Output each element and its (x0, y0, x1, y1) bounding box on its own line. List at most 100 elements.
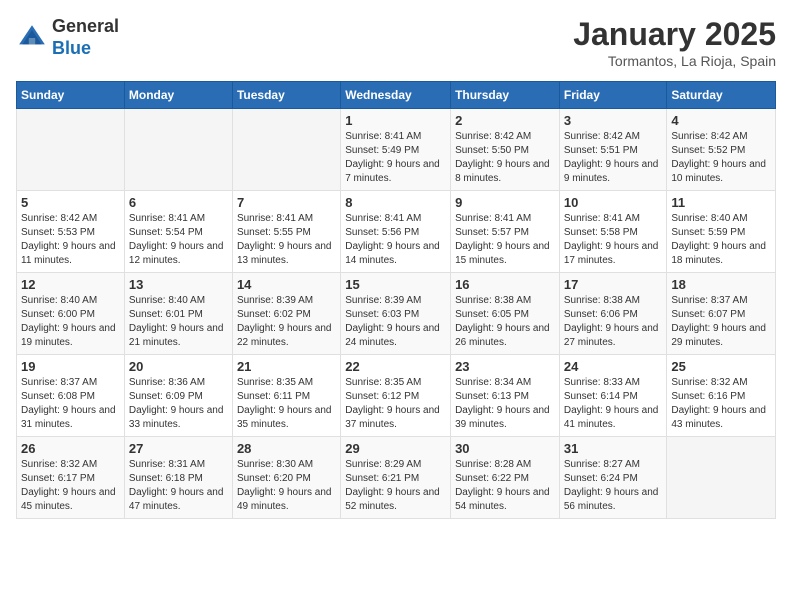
day-number: 30 (455, 441, 555, 456)
calendar-cell: 15 Sunrise: 8:39 AM Sunset: 6:03 PM Dayli… (341, 273, 451, 355)
location-subtitle: Tormantos, La Rioja, Spain (573, 53, 776, 69)
day-number: 1 (345, 113, 446, 128)
day-info: Sunrise: 8:41 AM Sunset: 5:49 PM Dayligh… (345, 130, 446, 186)
column-header-saturday: Saturday (667, 82, 776, 109)
day-info: Sunrise: 8:42 AM Sunset: 5:53 PM Dayligh… (21, 212, 120, 268)
day-info: Sunrise: 8:40 AM Sunset: 6:01 PM Dayligh… (129, 294, 228, 350)
calendar-cell: 11 Sunrise: 8:40 AM Sunset: 5:59 PM Dayli… (667, 191, 776, 273)
day-info: Sunrise: 8:42 AM Sunset: 5:52 PM Dayligh… (671, 130, 771, 186)
day-info: Sunrise: 8:41 AM Sunset: 5:57 PM Dayligh… (455, 212, 555, 268)
day-info: Sunrise: 8:36 AM Sunset: 6:09 PM Dayligh… (129, 376, 228, 432)
calendar-cell (17, 109, 125, 191)
day-number: 10 (564, 195, 663, 210)
calendar-cell (667, 437, 776, 519)
day-number: 24 (564, 359, 663, 374)
day-number: 21 (237, 359, 336, 374)
calendar-cell: 4 Sunrise: 8:42 AM Sunset: 5:52 PM Daylig… (667, 109, 776, 191)
calendar-cell: 24Sunrise: 8:33 AM Sunset: 6:14 PM Dayli… (559, 355, 667, 437)
day-number: 25 (671, 359, 771, 374)
title-block: January 2025 Tormantos, La Rioja, Spain (573, 16, 776, 69)
day-number: 12 (21, 277, 120, 292)
day-number: 31 (564, 441, 663, 456)
calendar-cell: 26Sunrise: 8:32 AM Sunset: 6:17 PM Dayli… (17, 437, 125, 519)
day-info: Sunrise: 8:34 AM Sunset: 6:13 PM Dayligh… (455, 376, 555, 432)
calendar-cell: 20 Sunrise: 8:36 AM Sunset: 6:09 PM Dayli… (124, 355, 232, 437)
calendar-cell (124, 109, 232, 191)
calendar-cell: 18Sunrise: 8:37 AM Sunset: 6:07 PM Dayli… (667, 273, 776, 355)
calendar-cell: 6Sunrise: 8:41 AM Sunset: 5:54 PM Daylig… (124, 191, 232, 273)
day-number: 26 (21, 441, 120, 456)
day-number: 9 (455, 195, 555, 210)
day-number: 6 (129, 195, 228, 210)
day-info: Sunrise: 8:29 AM Sunset: 6:21 PM Dayligh… (345, 458, 446, 514)
day-number: 29 (345, 441, 446, 456)
day-info: Sunrise: 8:31 AM Sunset: 6:18 PM Dayligh… (129, 458, 228, 514)
logo: General Blue (16, 16, 119, 59)
page-header: General Blue January 2025 Tormantos, La … (16, 16, 776, 69)
day-number: 22 (345, 359, 446, 374)
day-info: Sunrise: 8:40 AM Sunset: 5:59 PM Dayligh… (671, 212, 771, 268)
day-number: 14 (237, 277, 336, 292)
calendar-cell: 19 Sunrise: 8:37 AM Sunset: 6:08 PM Dayli… (17, 355, 125, 437)
day-number: 19 (21, 359, 120, 374)
day-info: Sunrise: 8:42 AM Sunset: 5:50 PM Dayligh… (455, 130, 555, 186)
calendar-week-4: 19 Sunrise: 8:37 AM Sunset: 6:08 PM Dayli… (17, 355, 776, 437)
day-info: Sunrise: 8:27 AM Sunset: 6:24 PM Dayligh… (564, 458, 663, 514)
day-info: Sunrise: 8:30 AM Sunset: 6:20 PM Dayligh… (237, 458, 336, 514)
day-number: 13 (129, 277, 228, 292)
calendar-header-row: SundayMondayTuesdayWednesdayThursdayFrid… (17, 82, 776, 109)
calendar-week-5: 26Sunrise: 8:32 AM Sunset: 6:17 PM Dayli… (17, 437, 776, 519)
calendar-cell: 14 Sunrise: 8:39 AM Sunset: 6:02 PM Dayli… (232, 273, 340, 355)
day-info: Sunrise: 8:39 AM Sunset: 6:03 PM Dayligh… (345, 294, 446, 350)
logo-icon (16, 22, 48, 54)
day-number: 11 (671, 195, 771, 210)
column-header-thursday: Thursday (451, 82, 560, 109)
calendar-cell: 25 Sunrise: 8:32 AM Sunset: 6:16 PM Dayli… (667, 355, 776, 437)
calendar-cell: 2 Sunrise: 8:42 AM Sunset: 5:50 PM Daylig… (451, 109, 560, 191)
day-number: 28 (237, 441, 336, 456)
day-info: Sunrise: 8:40 AM Sunset: 6:00 PM Dayligh… (21, 294, 120, 350)
calendar-cell: 1 Sunrise: 8:41 AM Sunset: 5:49 PM Daylig… (341, 109, 451, 191)
day-info: Sunrise: 8:37 AM Sunset: 6:07 PM Dayligh… (671, 294, 771, 350)
column-header-monday: Monday (124, 82, 232, 109)
column-header-friday: Friday (559, 82, 667, 109)
day-number: 27 (129, 441, 228, 456)
calendar-cell: 16Sunrise: 8:38 AM Sunset: 6:05 PM Dayli… (451, 273, 560, 355)
day-info: Sunrise: 8:41 AM Sunset: 5:56 PM Dayligh… (345, 212, 446, 268)
day-number: 7 (237, 195, 336, 210)
calendar-cell: 10 Sunrise: 8:41 AM Sunset: 5:58 PM Dayli… (559, 191, 667, 273)
day-info: Sunrise: 8:41 AM Sunset: 5:58 PM Dayligh… (564, 212, 663, 268)
day-number: 20 (129, 359, 228, 374)
day-info: Sunrise: 8:39 AM Sunset: 6:02 PM Dayligh… (237, 294, 336, 350)
calendar-cell: 21 Sunrise: 8:35 AM Sunset: 6:11 PM Dayli… (232, 355, 340, 437)
day-info: Sunrise: 8:35 AM Sunset: 6:12 PM Dayligh… (345, 376, 446, 432)
day-info: Sunrise: 8:32 AM Sunset: 6:16 PM Dayligh… (671, 376, 771, 432)
day-info: Sunrise: 8:35 AM Sunset: 6:11 PM Dayligh… (237, 376, 336, 432)
day-number: 8 (345, 195, 446, 210)
day-number: 2 (455, 113, 555, 128)
month-title: January 2025 (573, 16, 776, 53)
calendar-week-1: 1 Sunrise: 8:41 AM Sunset: 5:49 PM Daylig… (17, 109, 776, 191)
calendar-cell: 31 Sunrise: 8:27 AM Sunset: 6:24 PM Dayli… (559, 437, 667, 519)
calendar-cell: 8 Sunrise: 8:41 AM Sunset: 5:56 PM Daylig… (341, 191, 451, 273)
day-number: 16 (455, 277, 555, 292)
column-header-sunday: Sunday (17, 82, 125, 109)
calendar-cell: 13 Sunrise: 8:40 AM Sunset: 6:01 PM Dayli… (124, 273, 232, 355)
calendar-cell: 29 Sunrise: 8:29 AM Sunset: 6:21 PM Dayli… (341, 437, 451, 519)
day-info: Sunrise: 8:28 AM Sunset: 6:22 PM Dayligh… (455, 458, 555, 514)
day-number: 4 (671, 113, 771, 128)
calendar-week-3: 12 Sunrise: 8:40 AM Sunset: 6:00 PM Dayli… (17, 273, 776, 355)
day-number: 23 (455, 359, 555, 374)
calendar-cell: 12 Sunrise: 8:40 AM Sunset: 6:00 PM Dayli… (17, 273, 125, 355)
day-info: Sunrise: 8:41 AM Sunset: 5:55 PM Dayligh… (237, 212, 336, 268)
day-number: 15 (345, 277, 446, 292)
calendar-cell: 23 Sunrise: 8:34 AM Sunset: 6:13 PM Dayli… (451, 355, 560, 437)
column-header-wednesday: Wednesday (341, 82, 451, 109)
day-number: 3 (564, 113, 663, 128)
calendar-cell: 28 Sunrise: 8:30 AM Sunset: 6:20 PM Dayli… (232, 437, 340, 519)
day-number: 17 (564, 277, 663, 292)
calendar-cell: 17Sunrise: 8:38 AM Sunset: 6:06 PM Dayli… (559, 273, 667, 355)
calendar-week-2: 5Sunrise: 8:42 AM Sunset: 5:53 PM Daylig… (17, 191, 776, 273)
column-header-tuesday: Tuesday (232, 82, 340, 109)
day-info: Sunrise: 8:37 AM Sunset: 6:08 PM Dayligh… (21, 376, 120, 432)
